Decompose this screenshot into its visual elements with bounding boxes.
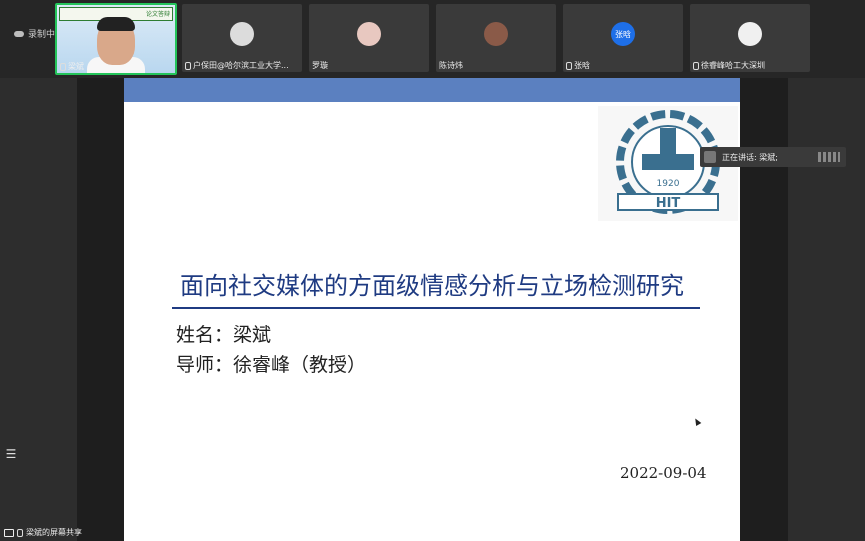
speaker-avatar <box>704 151 716 163</box>
participant-name: 梁斌 <box>60 61 84 72</box>
logo-text: HIT <box>656 196 681 211</box>
avatar <box>738 22 762 46</box>
participant-tile[interactable]: 徐睿峰哈工大深圳 <box>690 4 810 72</box>
participant-name: 陈诗炜 <box>439 61 463 70</box>
participant-tile-camera[interactable]: 论文答辩 梁斌 <box>55 3 177 75</box>
participant-tile[interactable]: 陈诗炜 <box>436 4 556 72</box>
shared-slide: 1920 HIT 面向社交媒体的方面级情感分析与立场检测研究 姓名：梁斌 导师：… <box>124 78 740 541</box>
participant-name: 徐睿峰哈工大深圳 <box>693 60 765 71</box>
title-underline <box>172 307 700 309</box>
participant-tile[interactable]: 张晗 张晗 <box>563 4 683 72</box>
recording-label: 录制中 <box>28 30 56 40</box>
screen-icon <box>4 528 14 537</box>
avatar <box>230 22 254 46</box>
mic-icon <box>17 528 23 537</box>
participant-name: 罗璇 <box>312 61 328 70</box>
mic-icon <box>185 61 191 70</box>
participant-name: 张晗 <box>566 60 590 71</box>
audio-wave-icon <box>818 152 840 162</box>
speaking-indicator: 正在讲话: 梁斌; <box>700 147 846 167</box>
recording-indicator[interactable]: 录制中 <box>14 27 55 40</box>
participant-tile[interactable]: 户保田@哈尔滨工业大学... <box>182 4 302 72</box>
avatar-initial: 张晗 <box>611 22 635 46</box>
advisor-line: 导师：徐睿峰（教授） <box>176 354 367 376</box>
avatar <box>484 22 508 46</box>
logo-year: 1920 <box>657 179 680 189</box>
participant-name: 户保田@哈尔滨工业大学... <box>185 60 289 71</box>
camera-hair <box>97 17 135 31</box>
slide-title: 面向社交媒体的方面级情感分析与立场检测研究 <box>180 272 684 300</box>
cloud-icon <box>14 30 24 37</box>
mic-icon <box>566 61 572 70</box>
mic-icon <box>60 62 66 71</box>
speaking-label: 正在讲话: 梁斌; <box>722 152 778 162</box>
slide-date: 2022-09-04 <box>620 464 707 482</box>
participant-strip: 录制中 论文答辩 梁斌 户保田@哈尔滨工业大学... 罗璇 陈诗炜 张晗 张晗 … <box>0 0 865 78</box>
presenter-name: 姓名：梁斌 <box>176 324 272 346</box>
participant-tile[interactable]: 罗璇 <box>309 4 429 72</box>
slide-header-bar <box>124 78 740 102</box>
list-icon[interactable]: ☰ <box>4 447 18 461</box>
avatar <box>357 22 381 46</box>
mic-icon <box>693 61 699 70</box>
screen-share-label: 梁斌的屏幕共享 <box>4 527 82 538</box>
